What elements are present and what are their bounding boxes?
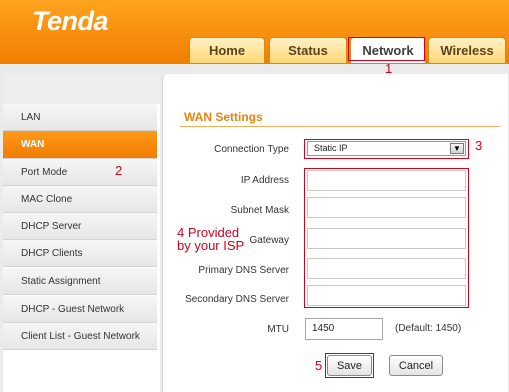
connection-type-value: Static IP <box>314 143 348 153</box>
network-tab-highlight <box>348 37 425 61</box>
sidebar-item-lan[interactable]: LAN <box>3 104 157 131</box>
mtu-label: MTU <box>267 324 289 335</box>
sidebar-item-mac-clone[interactable]: MAC Clone <box>3 186 157 213</box>
sidebar-item-dhcp-guest-network[interactable]: DHCP - Guest Network <box>3 296 157 323</box>
secondary-dns-input[interactable] <box>307 285 466 306</box>
gateway-input[interactable] <box>307 228 466 249</box>
subnet-mask-input[interactable] <box>307 197 466 218</box>
annotation-3: 3 <box>475 138 483 153</box>
connection-type-select[interactable]: Static IP ▼ <box>307 141 466 156</box>
subnet-mask-label: Subnet Mask <box>230 205 289 216</box>
tab-wireless[interactable]: Wireless <box>428 37 506 63</box>
annotation-4: 4 Provided by your ISP <box>177 226 244 252</box>
sidebar-item-static-assignment[interactable]: Static Assignment <box>3 268 157 295</box>
annotation-4-line2: by your ISP <box>177 238 245 253</box>
secondary-dns-label: Secondary DNS Server <box>185 294 289 305</box>
ip-address-label: IP Address <box>240 175 289 186</box>
gateway-label: Gateway <box>249 235 289 246</box>
connection-type-label: Connection Type <box>214 144 289 155</box>
ip-address-input[interactable] <box>307 170 466 191</box>
primary-dns-label: Primary DNS Server <box>198 265 289 276</box>
sidebar-item-wan[interactable]: WAN <box>3 131 157 159</box>
tab-status[interactable]: Status <box>269 37 347 63</box>
tab-home[interactable]: Home <box>189 37 265 63</box>
mtu-input[interactable]: 1450 <box>305 318 383 340</box>
section-divider <box>180 126 500 127</box>
sidebar-item-client-list-guest-network[interactable]: Client List - Guest Network <box>3 323 157 350</box>
chevron-down-icon[interactable]: ▼ <box>450 143 464 154</box>
annotation-2: 2 <box>115 163 123 178</box>
save-button-highlight <box>325 353 374 378</box>
tenda-logo: Tenda <box>32 6 109 36</box>
annotation-5: 5 <box>315 358 323 373</box>
mtu-default-hint: (Default: 1450) <box>395 323 462 334</box>
sidebar-item-port-mode[interactable]: Port Mode <box>3 159 157 186</box>
primary-dns-input[interactable] <box>307 258 466 279</box>
section-title: WAN Settings <box>184 110 263 124</box>
sidebar-item-dhcp-server[interactable]: DHCP Server <box>3 213 157 240</box>
cancel-button[interactable]: Cancel <box>389 355 443 376</box>
sidebar-item-dhcp-clients[interactable]: DHCP Clients <box>3 240 157 267</box>
sidebar-header <box>3 74 160 104</box>
